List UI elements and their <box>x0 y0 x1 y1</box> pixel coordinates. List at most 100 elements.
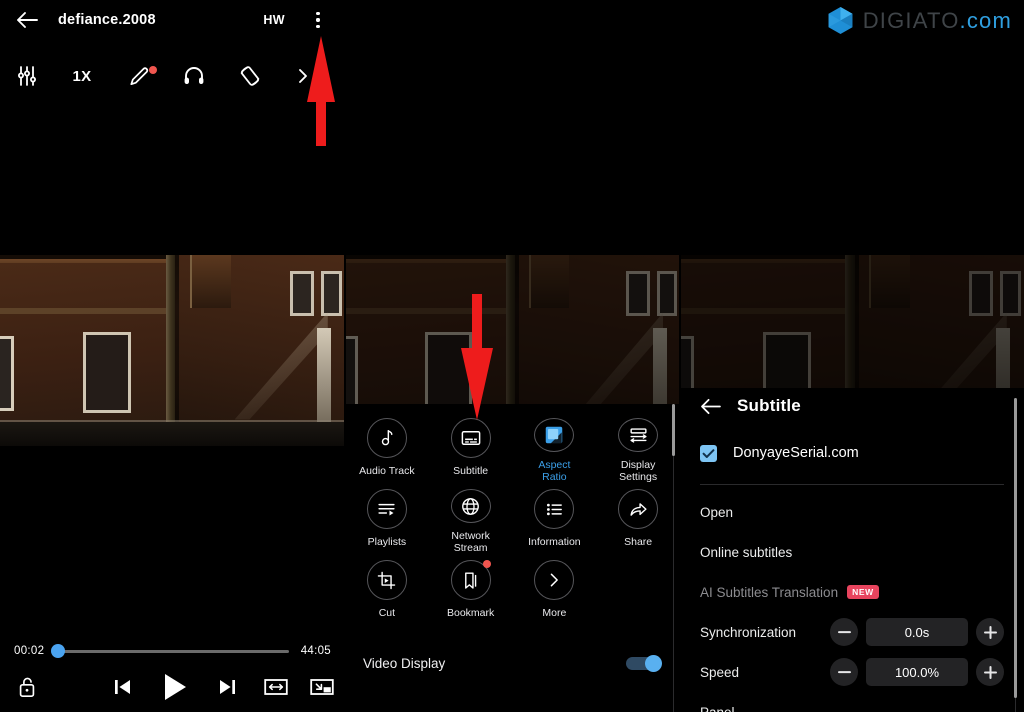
subtitle-icon <box>450 418 491 458</box>
grid-item-more[interactable]: More <box>513 554 597 625</box>
options-scrollbar-thumb[interactable] <box>672 404 675 456</box>
panel-options-sheet: Audio Track Subtitle Aspect Ratio Displa… <box>345 0 680 712</box>
next-track-icon[interactable] <box>201 676 252 698</box>
screenshot-stage: defiance.2008 HW 1X 00:02 44:05 Audio Tr… <box>0 0 1024 712</box>
hexagon-logo-icon <box>828 7 853 34</box>
video-building-eave <box>0 307 173 314</box>
plus-icon[interactable] <box>976 658 1004 686</box>
picture-in-picture-icon[interactable] <box>299 676 345 698</box>
digiato-tld-text: .com <box>959 7 1012 33</box>
speed-value[interactable]: 100.0% <box>866 658 968 686</box>
plus-icon[interactable] <box>976 618 1004 646</box>
pencil-icon[interactable] <box>110 65 166 88</box>
toggle-knob <box>645 654 662 672</box>
subtitle-action-label: Open <box>700 504 734 520</box>
bookmark-badge-dot <box>482 560 491 568</box>
subtitle-action-online-subtitles[interactable]: Online subtitles <box>680 532 1024 572</box>
toggle-row-video-display[interactable]: Video Display <box>345 641 680 685</box>
grid-item-label: Network Stream <box>451 530 490 554</box>
options-bottom-sheet: Audio Track Subtitle Aspect Ratio Displa… <box>345 404 680 712</box>
chevron-right-circle-icon <box>534 560 575 600</box>
subtitle-track-row[interactable]: DonyayeSerial.com <box>680 434 1024 472</box>
arrow-to-overflow-menu-icon <box>307 36 335 146</box>
equalizer-icon[interactable] <box>0 64 54 88</box>
play-icon[interactable] <box>148 671 201 703</box>
seek-bar-row: 00:02 44:05 <box>0 638 345 664</box>
subtitle-track-label: DonyayeSerial.com <box>733 445 859 461</box>
grid-item-aspect-ratio[interactable]: Aspect Ratio <box>513 412 597 483</box>
subtitle-settings-sheet: Subtitle DonyayeSerial.com Open Online s… <box>680 388 1024 712</box>
bookmark-icon <box>450 560 491 600</box>
grid-item-network-stream[interactable]: Network Stream <box>429 483 513 554</box>
toggle-row-shortcuts[interactable]: Shortcuts <box>345 699 680 712</box>
share-icon <box>618 489 659 529</box>
options-grid: Audio Track Subtitle Aspect Ratio Displa… <box>345 404 680 625</box>
decoder-badge[interactable]: HW <box>263 13 285 27</box>
grid-item-label: Cut <box>378 607 396 619</box>
grid-item-label: Share <box>624 536 653 548</box>
grid-item-information[interactable]: Information <box>513 483 597 554</box>
seek-thumb[interactable] <box>51 644 66 658</box>
grid-item-bookmark[interactable]: Bookmark <box>429 554 513 625</box>
cut-icon <box>366 560 407 600</box>
subtitle-panel-row[interactable]: Panel <box>680 692 1024 712</box>
playlists-icon <box>366 489 407 529</box>
grid-item-label: Subtitle <box>453 465 489 477</box>
grid-item-playlists[interactable]: Playlists <box>345 483 429 554</box>
aspect-ratio-icon <box>534 418 575 452</box>
subtitle-speed-row: Speed 100.0% <box>680 652 1024 692</box>
transport-controls <box>0 666 345 708</box>
new-badge: NEW <box>847 585 879 599</box>
subtitle-action-label: Online subtitles <box>700 544 793 560</box>
previous-track-icon[interactable] <box>97 676 148 698</box>
digiato-brand-text: DIGIATO <box>862 7 960 33</box>
subtitle-scrollbar-thumb[interactable] <box>1014 398 1017 698</box>
playback-speed-label: 1X <box>72 67 92 85</box>
pencil-badge-dot <box>149 65 157 74</box>
synchronization-value[interactable]: 0.0s <box>866 618 968 646</box>
toggle-label: Video Display <box>363 655 446 671</box>
video-display-toggle[interactable] <box>626 654 662 672</box>
grid-item-display-settings[interactable]: Display Settings <box>596 412 680 483</box>
video-window-right-a <box>289 271 314 317</box>
grid-item-cut[interactable]: Cut <box>345 554 429 625</box>
grid-item-label: Information <box>528 536 581 548</box>
video-frame-left[interactable] <box>0 247 345 450</box>
fit-width-icon[interactable] <box>253 676 299 698</box>
grid-item-subtitle[interactable]: Subtitle <box>429 412 513 483</box>
kebab-dot <box>316 11 320 16</box>
screen-rotation-icon[interactable] <box>222 64 278 88</box>
synchronization-stepper: 0.0s <box>830 618 1004 646</box>
playback-speed-icon[interactable]: 1X <box>54 68 110 85</box>
subtitle-action-label: AI Subtitles Translation <box>700 584 839 600</box>
minus-icon[interactable] <box>830 658 858 686</box>
panel-subtitle-settings: Subtitle DonyayeSerial.com Open Online s… <box>680 0 1024 712</box>
grid-item-audio-track[interactable]: Audio Track <box>345 412 429 483</box>
headphones-icon[interactable] <box>166 64 222 88</box>
grid-item-share[interactable]: Share <box>596 483 680 554</box>
video-window-left <box>82 332 132 414</box>
panel-divider-1 <box>344 0 346 712</box>
panel-video-player: defiance.2008 HW 1X 00:02 44:05 <box>0 0 345 712</box>
page-title: defiance.2008 <box>58 12 156 28</box>
back-arrow-icon[interactable] <box>14 7 40 33</box>
seek-slider[interactable] <box>51 644 289 658</box>
lock-open-icon[interactable] <box>0 675 55 699</box>
video-handrail <box>317 328 332 434</box>
network-stream-icon <box>450 489 491 523</box>
subtitle-panel-header: Subtitle <box>680 388 1024 424</box>
current-time-label: 00:02 <box>14 645 45 657</box>
subtitle-action-ai-translation[interactable]: AI Subtitles Translation NEW <box>680 572 1024 612</box>
minus-icon[interactable] <box>830 618 858 646</box>
video-bay-window <box>189 253 232 308</box>
digiato-watermark: DIGIATO .com <box>827 6 1012 35</box>
player-topbar: defiance.2008 HW <box>0 0 345 40</box>
digiato-wordmark: DIGIATO .com <box>863 8 1012 34</box>
video-window-far-left <box>0 336 14 412</box>
subtitle-action-label: Panel <box>700 704 735 712</box>
subtitle-action-open[interactable]: Open <box>680 492 1024 532</box>
back-arrow-icon[interactable] <box>700 398 721 415</box>
subtitle-synchronization-row: Synchronization 0.0s <box>680 612 1024 652</box>
grid-item-label: Bookmark <box>446 607 495 619</box>
checkmark-icon[interactable] <box>700 444 717 462</box>
